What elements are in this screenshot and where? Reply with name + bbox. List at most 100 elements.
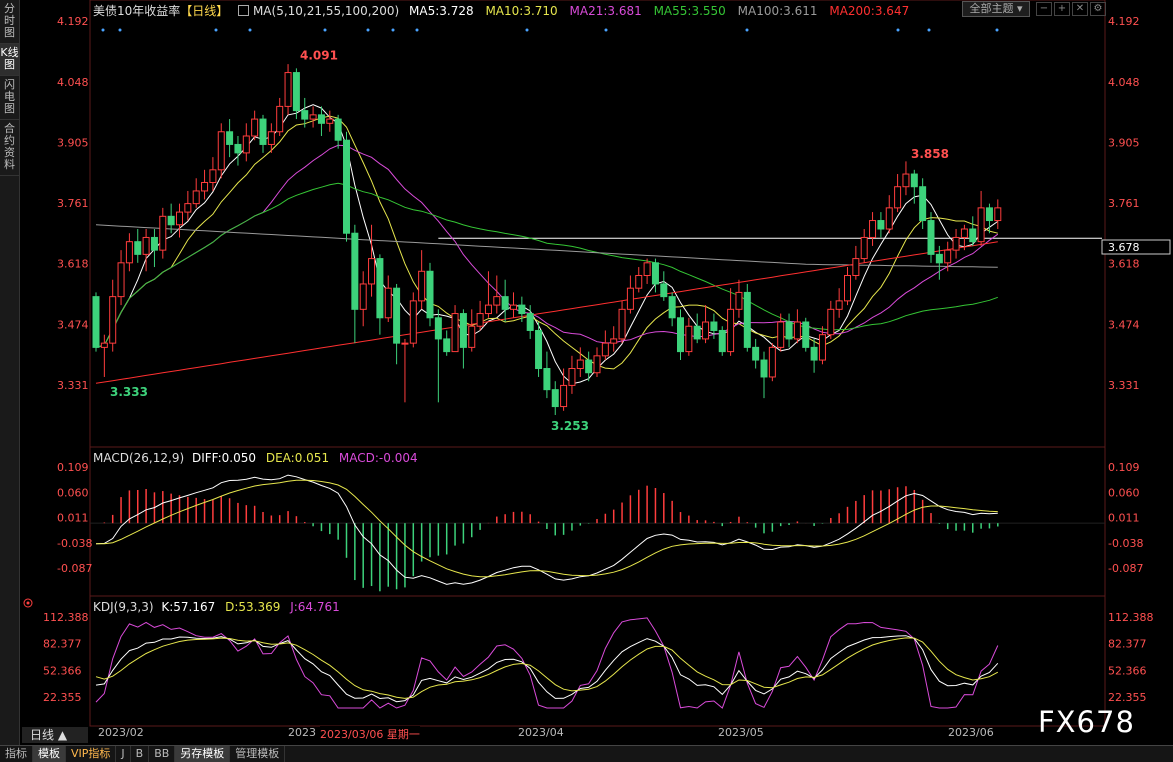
candle-body <box>752 346 760 361</box>
event-dot <box>745 28 749 32</box>
date-label: 2023/02 <box>98 726 144 739</box>
kdj-settings-icon-dot <box>26 601 30 605</box>
candle-body <box>409 300 417 344</box>
theme-dropdown-label: 全部主题 <box>969 2 1014 15</box>
macd-tick-right: -0.087 <box>1108 562 1143 575</box>
candle-body <box>735 291 743 310</box>
theme-dropdown[interactable]: 全部主题 ▾ <box>962 1 1030 17</box>
chart-canvas[interactable]: 4.091 3.333 3.253 3.858 4.192 4.192 4.048 4.04… <box>0 0 1173 745</box>
period-selector-button[interactable]: 日线 ▲ <box>22 727 88 743</box>
candle-body <box>150 236 158 251</box>
event-dot <box>214 28 218 32</box>
candle-body <box>718 329 726 353</box>
candle-body <box>368 258 376 285</box>
candle-body <box>242 135 250 154</box>
kdj-k-line <box>95 635 999 703</box>
macd-dea: DEA:0.051 <box>265 451 330 465</box>
candle-body <box>844 275 851 302</box>
candle-body <box>276 105 284 133</box>
tab-bb[interactable]: BB <box>149 746 176 762</box>
candle-body <box>969 228 977 243</box>
price-tick-right: 3.761 <box>1108 197 1140 210</box>
candle-body <box>142 236 150 255</box>
event-dot <box>927 28 931 32</box>
macd-tick-right: 0.060 <box>1108 486 1140 499</box>
candle-body <box>484 304 492 315</box>
tab-manage-templates[interactable]: 管理模板 <box>230 746 286 762</box>
macd-value: MACD:-0.004 <box>338 451 418 465</box>
settings-icon[interactable]: ⚙ <box>1090 2 1106 16</box>
candle-body <box>560 384 568 408</box>
tab-j[interactable]: J <box>116 746 131 762</box>
period-label: 【日线】 <box>180 4 229 18</box>
tab-templates[interactable]: 模板 <box>33 746 66 762</box>
candle-body <box>209 169 217 183</box>
kdj-j: J:64.761 <box>290 600 340 614</box>
candle-body <box>459 313 467 348</box>
candle-body <box>818 334 826 361</box>
candle-body <box>468 325 476 348</box>
candle-body <box>267 131 275 145</box>
tab-save-template[interactable]: 另存模板 <box>175 746 231 762</box>
candle-body <box>234 143 242 154</box>
price-tick-left: 3.331 <box>57 379 89 392</box>
tab-indicators[interactable]: 指标 <box>0 746 33 762</box>
macd-tick-right: 0.109 <box>1108 461 1140 474</box>
kdj-tick-left: 22.355 <box>43 691 82 704</box>
event-dot <box>415 28 419 32</box>
fx678-logo: FX678 <box>1038 705 1135 739</box>
candle-body <box>393 287 401 344</box>
candle-body <box>835 300 843 310</box>
candle-body <box>493 296 501 306</box>
ma-params: MA(5,10,21,55,100,200) <box>252 4 400 18</box>
candle-body <box>860 236 868 260</box>
bottom-tab-bar: 指标 模板 VIP指标 J B BB 另存模板 管理模板 <box>0 745 1173 762</box>
candle-body <box>117 262 125 298</box>
event-dot <box>101 28 105 32</box>
candle-body <box>944 249 952 264</box>
macd-tick-left: 0.060 <box>57 486 89 499</box>
crosshair-icon[interactable]: ✕ <box>1072 2 1088 16</box>
event-dot <box>604 28 608 32</box>
candle-body <box>635 275 643 289</box>
date-label: 2023/06 <box>948 726 994 739</box>
candle-body <box>869 220 877 238</box>
candle-body <box>952 236 960 251</box>
candle-body <box>827 308 835 336</box>
candle-body <box>935 253 943 264</box>
tab-b[interactable]: B <box>131 746 150 762</box>
event-dot <box>896 28 900 32</box>
kdj-tick-left: 52.366 <box>43 664 82 677</box>
event-dot <box>391 28 395 32</box>
candle-body <box>985 207 993 222</box>
macd-header: MACD(26,12,9) DIFF:0.050 DEA:0.051 MACD:… <box>93 451 418 465</box>
event-dot <box>118 28 122 32</box>
candle-body <box>476 313 484 327</box>
ma10-value: MA10:3.710 <box>485 4 558 18</box>
price-marker-label: 3.678 <box>1108 241 1140 254</box>
candle-body <box>451 313 459 353</box>
kdj-d-line <box>95 637 999 699</box>
price-tick-left: 4.048 <box>57 76 89 89</box>
candle-body <box>693 325 701 340</box>
price-tick-right: 3.474 <box>1108 319 1140 332</box>
candle-body <box>902 173 910 188</box>
event-dot <box>366 28 370 32</box>
candle-body <box>501 296 509 310</box>
kdj-tick-right: 112.388 <box>1108 611 1154 624</box>
candle-body <box>668 296 676 319</box>
zoom-out-icon[interactable]: − <box>1036 2 1052 16</box>
tab-vip-indicators[interactable]: VIP指标 <box>66 746 117 762</box>
kdj-panel <box>95 617 999 709</box>
ma-toggle-icon[interactable] <box>238 5 250 16</box>
kdj-tick-right: 82.377 <box>1108 638 1147 651</box>
kdj-k: K:57.167 <box>161 600 216 614</box>
price-panel: 4.091 3.333 3.253 3.858 <box>92 28 1102 433</box>
candle-body <box>785 321 793 340</box>
date-cursor-label: 2023/03/06 星期一 <box>320 726 420 742</box>
candle-body <box>585 359 593 374</box>
candle-body <box>201 181 209 192</box>
candle-body <box>802 321 810 348</box>
candle-body <box>960 228 968 238</box>
zoom-in-icon[interactable]: + <box>1054 2 1070 16</box>
